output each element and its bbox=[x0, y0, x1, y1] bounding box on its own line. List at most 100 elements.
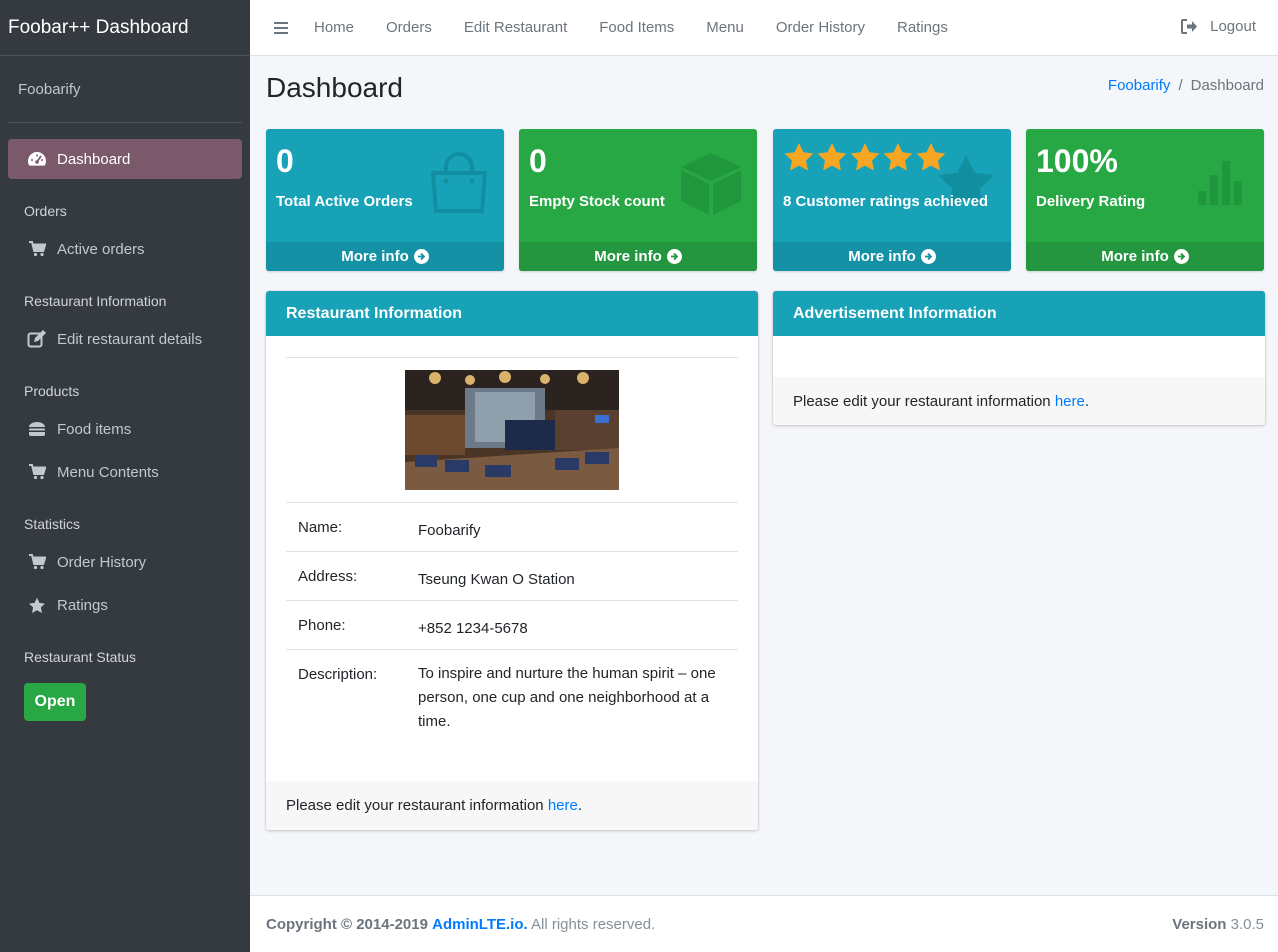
arrow-circle-right-icon bbox=[666, 249, 682, 264]
row-value: Foobarify bbox=[418, 522, 481, 539]
cart-icon bbox=[26, 553, 48, 571]
more-info-link[interactable]: More info bbox=[266, 242, 504, 271]
sidebar-item-label: Dashboard bbox=[57, 150, 131, 168]
restaurant-photo bbox=[405, 370, 619, 490]
nav-link-orders[interactable]: Orders bbox=[386, 19, 432, 36]
sidebar-item-label: Menu Contents bbox=[57, 463, 159, 481]
nav-link-edit-restaurant[interactable]: Edit Restaurant bbox=[464, 19, 567, 36]
nav-header-orders: Orders bbox=[24, 203, 67, 219]
table-row: Description: To inspire and nurture the … bbox=[286, 649, 738, 749]
row-value: +852 1234-5678 bbox=[418, 620, 528, 637]
rights-text: All rights reserved. bbox=[527, 915, 656, 933]
empty-stock-count-box: 0 Empty Stock count More info bbox=[519, 129, 757, 271]
table-row: Phone: +852 1234-5678 bbox=[286, 600, 738, 649]
arrow-circle-right-icon bbox=[413, 249, 429, 264]
sidebar-item-label: Active orders bbox=[57, 240, 145, 258]
card-title: Advertisement Information bbox=[773, 291, 1265, 336]
sidebar-item-dashboard[interactable]: Dashboard bbox=[8, 139, 242, 179]
arrow-circle-right-icon bbox=[1173, 249, 1189, 264]
nav-header-products: Products bbox=[24, 383, 80, 399]
restaurant-info-table: Name: Foobarify Address: Tseung Kwan O S… bbox=[286, 502, 738, 749]
hamburger-menu-icon[interactable] bbox=[274, 21, 288, 34]
rating-stars bbox=[783, 141, 947, 173]
box-value: 0 bbox=[529, 143, 547, 179]
sidebar-item-order-history[interactable]: Order History bbox=[8, 542, 242, 582]
logout-label: Logout bbox=[1210, 18, 1256, 35]
shopping-bag-icon bbox=[428, 151, 490, 219]
page-footer: Copyright © 2014-2019 AdminLTE.io. All r… bbox=[250, 895, 1278, 952]
sidebar-item-label: Order History bbox=[57, 553, 147, 571]
restaurant-photo-container bbox=[286, 357, 738, 502]
box-value: 100% bbox=[1036, 143, 1118, 179]
cart-icon bbox=[26, 463, 48, 481]
row-value: Tseung Kwan O Station bbox=[418, 571, 575, 588]
star-icon bbox=[916, 143, 946, 171]
more-info-label: More info bbox=[848, 248, 916, 265]
card-footer: Please edit your restaurant information … bbox=[266, 781, 758, 830]
star-icon bbox=[883, 143, 913, 171]
adminlte-link[interactable]: AdminLTE.io. bbox=[432, 916, 528, 933]
more-info-link[interactable]: More info bbox=[519, 242, 757, 271]
total-active-orders-box: 0 Total Active Orders More info bbox=[266, 129, 504, 271]
more-info-link[interactable]: More info bbox=[773, 242, 1011, 271]
sidebar-item-edit-restaurant[interactable]: Edit restaurant details bbox=[8, 319, 242, 359]
logout-button[interactable]: Logout bbox=[1181, 18, 1256, 35]
delivery-rating-box: 100% Delivery Rating More info bbox=[1026, 129, 1264, 271]
cart-icon bbox=[26, 240, 48, 258]
sidebar-item-active-orders[interactable]: Active orders bbox=[8, 229, 242, 269]
page-title: Dashboard bbox=[266, 72, 403, 103]
row-key: Phone: bbox=[298, 617, 346, 634]
advertisement-information-card: Advertisement Information Please edit yo… bbox=[773, 291, 1265, 425]
nav-link-order-history[interactable]: Order History bbox=[776, 19, 865, 36]
sidebar-item-food-items[interactable]: Food items bbox=[8, 409, 242, 449]
breadcrumb: Foobarify / Dashboard bbox=[1107, 77, 1264, 94]
tachometer-icon bbox=[26, 150, 48, 168]
breadcrumb-link-foobarify[interactable]: Foobarify bbox=[1108, 77, 1171, 94]
edit-icon bbox=[26, 330, 48, 348]
table-row: Name: Foobarify bbox=[286, 502, 738, 551]
nav-link-menu[interactable]: Menu bbox=[706, 19, 744, 36]
sign-out-icon bbox=[1181, 19, 1198, 34]
sidebar: Foobar++ Dashboard Foobarify Dashboard O… bbox=[0, 0, 250, 952]
user-name[interactable]: Foobarify bbox=[8, 56, 242, 123]
restaurant-status-open-button[interactable]: Open bbox=[24, 683, 86, 721]
box-label: Delivery Rating bbox=[1036, 193, 1146, 210]
version-label: Version bbox=[1172, 915, 1227, 933]
customer-ratings-box: 8 Customer ratings achieved More info bbox=[773, 129, 1011, 271]
nav-link-home[interactable]: Home bbox=[314, 19, 354, 36]
footer-text: Please edit your restaurant information bbox=[793, 392, 1055, 410]
edit-here-link[interactable]: here bbox=[1055, 393, 1085, 410]
restaurant-information-card: Restaurant Information Name: Foobarify A… bbox=[266, 291, 758, 830]
sidebar-item-label: Edit restaurant details bbox=[57, 330, 203, 348]
burger-icon bbox=[26, 420, 48, 438]
card-footer: Please edit your restaurant information … bbox=[773, 377, 1265, 425]
star-icon bbox=[817, 143, 847, 171]
cube-icon bbox=[679, 151, 743, 221]
nav-header-restaurant-status: Restaurant Status bbox=[24, 649, 137, 665]
brand-title[interactable]: Foobar++ Dashboard bbox=[0, 0, 250, 56]
row-value: To inspire and nurture the human spirit … bbox=[418, 665, 716, 730]
sidebar-item-label: Food items bbox=[57, 420, 132, 438]
sidebar-item-label: Ratings bbox=[57, 596, 108, 614]
bar-chart-icon bbox=[1198, 161, 1248, 209]
card-title: Restaurant Information bbox=[266, 291, 758, 336]
footer-end: . bbox=[577, 797, 583, 814]
more-info-label: More info bbox=[594, 248, 662, 265]
nav-header-restaurant-information: Restaurant Information bbox=[24, 293, 167, 309]
nav-link-ratings[interactable]: Ratings bbox=[897, 19, 948, 36]
version-info: Version 3.0.5 bbox=[1172, 916, 1264, 933]
sidebar-nav: Dashboard Orders Active orders Restauran… bbox=[0, 139, 250, 721]
sidebar-item-ratings[interactable]: Ratings bbox=[8, 585, 242, 625]
version-number: 3.0.5 bbox=[1226, 915, 1264, 933]
nav-header-statistics: Statistics bbox=[24, 516, 81, 532]
box-label: Empty Stock count bbox=[529, 193, 665, 210]
more-info-label: More info bbox=[1101, 248, 1169, 265]
box-label: 8 Customer ratings achieved bbox=[783, 193, 989, 210]
edit-here-link[interactable]: here bbox=[548, 797, 578, 814]
copyright-text: Copyright © 2014-2019 bbox=[266, 915, 433, 933]
sidebar-item-menu-contents[interactable]: Menu Contents bbox=[8, 452, 242, 492]
nav-link-food-items[interactable]: Food Items bbox=[599, 19, 674, 36]
more-info-link[interactable]: More info bbox=[1026, 242, 1264, 271]
table-row: Address: Tseung Kwan O Station bbox=[286, 551, 738, 600]
footer-end: . bbox=[1084, 392, 1090, 410]
